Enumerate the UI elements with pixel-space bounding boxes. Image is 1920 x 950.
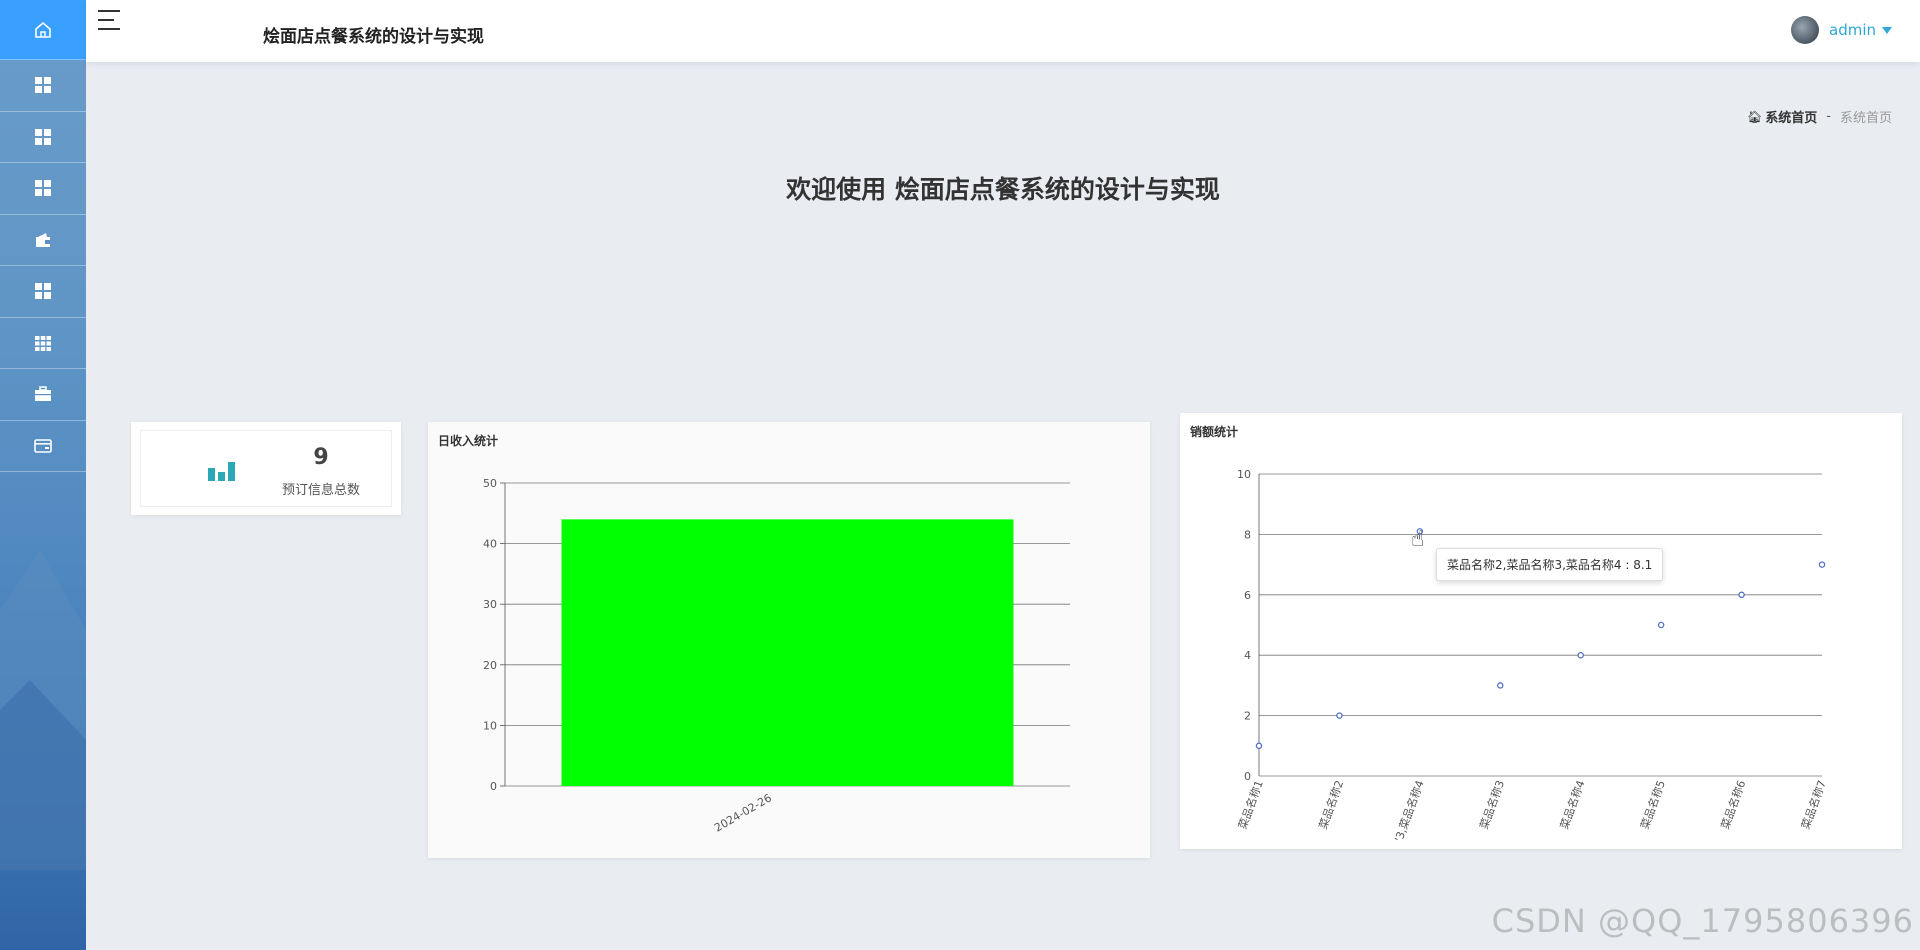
data-point [1657, 621, 1665, 629]
avatar [1791, 16, 1819, 44]
sidebar-item-5[interactable] [0, 215, 86, 266]
breadcrumb-separator: - [1826, 109, 1831, 124]
y-tick-label: 4 [1244, 649, 1251, 662]
sidebar-item-4[interactable] [0, 163, 86, 215]
breadcrumb: 🏠︎ 系统首页 - 系统首页 [1747, 107, 1892, 126]
data-point [1336, 712, 1343, 719]
grid-icon [33, 178, 53, 198]
briefcase-icon [33, 384, 53, 404]
y-tick-label: 10 [1237, 468, 1251, 481]
y-tick-label: 0 [1244, 770, 1251, 783]
sales-chart-panel: 0 2 4 6 8 10 菜品名称1 菜品名称2 '3,菜品名称4 菜品名称3 菜品名称4 菜品名称5… [1180, 413, 1902, 849]
x-tick-label: 2024-02-26 [712, 791, 774, 834]
bar [561, 519, 1014, 786]
y-tick-label: 30 [483, 598, 497, 611]
wallet-icon [33, 230, 53, 250]
grid-icon [33, 127, 53, 147]
x-tick-label: 菜品名称5 [1637, 778, 1668, 831]
y-tick-label: 50 [483, 477, 497, 490]
app-title: 烩面店点餐系统的设计与实现 [263, 27, 484, 47]
breadcrumb-current: 系统首页 [1839, 111, 1892, 126]
sidebar-item-6[interactable] [0, 266, 86, 318]
income-chart: 0 10 20 30 40 50 2024-02-26 [483, 477, 1070, 835]
welcome-title: 欢迎使用 烩面店点餐系统的设计与实现 [786, 175, 1220, 204]
top-header: 烩面店点餐系统的设计与实现 admin [86, 0, 1920, 62]
sidebar-item-2[interactable] [0, 60, 86, 112]
x-tick-label: 菜品名称6 [1718, 778, 1749, 831]
sidebar-item-3[interactable] [0, 112, 86, 163]
sidebar-background-art [0, 550, 86, 870]
card-icon [33, 436, 53, 456]
sales-chart: 0 2 4 6 8 10 菜品名称1 菜品名称2 '3,菜品名称4 菜品名称3 菜品名称4 菜品名称5… [1235, 468, 1829, 844]
sidebar-item-7[interactable] [0, 318, 86, 369]
income-chart-panel: 0 10 20 30 40 50 2024-02-26 日收入统计 [428, 422, 1150, 858]
sidebar [0, 0, 86, 950]
user-name: admin [1829, 21, 1876, 39]
x-tick-label: 菜品名称2 [1316, 778, 1347, 831]
sidebar-item-9[interactable] [0, 421, 86, 472]
x-tick-label: '3,菜品名称4 [1391, 778, 1426, 843]
sidebar-item-8[interactable] [0, 369, 86, 421]
data-point [1577, 651, 1584, 659]
stat-card-inner: 9 预订信息总数 [140, 430, 392, 507]
user-menu[interactable]: admin [1791, 16, 1892, 44]
stat-value: 9 [313, 445, 329, 470]
data-point [1818, 561, 1826, 568]
bar-chart-icon [208, 462, 235, 481]
x-tick-label: 菜品名称7 [1798, 778, 1829, 831]
stat-card: 9 预订信息总数 [131, 422, 401, 515]
x-tick-label: 菜品名称3 [1477, 778, 1508, 831]
x-tick-label: 菜品名称4 [1557, 778, 1588, 831]
menu-toggle-icon[interactable] [98, 10, 124, 34]
home-icon [33, 20, 53, 40]
caret-down-icon [1882, 26, 1892, 34]
sales-chart-title: 销额统计 [1190, 425, 1239, 439]
data-point [1255, 742, 1263, 750]
y-tick-label: 20 [483, 659, 497, 672]
data-point [1738, 591, 1745, 599]
chart-tooltip: 菜品名称2,菜品名称3,菜品名称4 : 8.1 [1436, 548, 1664, 581]
grid-icon [33, 75, 53, 95]
breadcrumb-home[interactable]: 系统首页 [1765, 107, 1817, 126]
y-tick-label: 10 [483, 719, 497, 732]
table-icon [33, 333, 53, 353]
x-tick-label: 菜品名称1 [1235, 778, 1266, 831]
y-tick-label: 6 [1244, 589, 1251, 602]
stat-label: 预订信息总数 [281, 483, 360, 498]
home-icon: 🏠︎ [1747, 109, 1763, 124]
y-tick-label: 8 [1244, 528, 1251, 541]
income-chart-title: 日收入统计 [438, 434, 499, 448]
watermark: CSDN @QQ_1795806396 [1491, 902, 1914, 940]
y-tick-label: 40 [483, 538, 497, 551]
sidebar-item-1[interactable] [0, 0, 86, 60]
data-point [1497, 682, 1504, 689]
hand-cursor-icon: ☝ [1411, 527, 1425, 552]
y-tick-label: 2 [1244, 710, 1251, 723]
y-tick-label: 0 [490, 780, 497, 793]
grid-icon [33, 281, 53, 301]
